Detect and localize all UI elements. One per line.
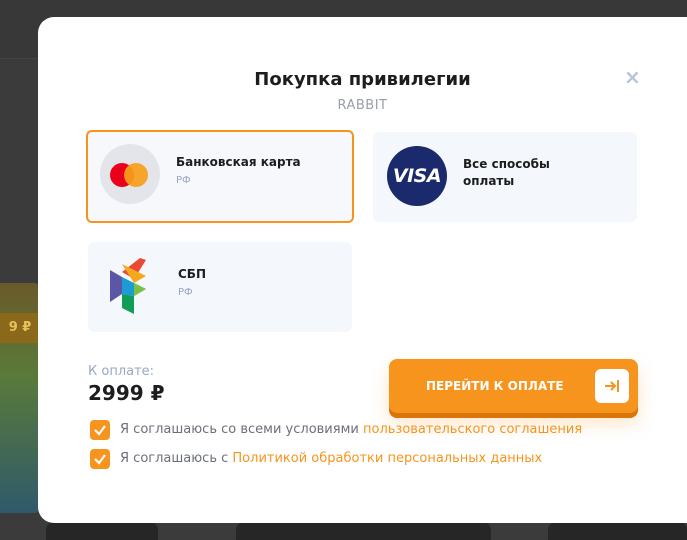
payment-method-name: Банковская карта [176, 155, 301, 169]
payment-method-name: Все способы оплаты [463, 157, 550, 188]
payment-method-region: РФ [176, 175, 191, 186]
checkmark-icon [94, 425, 106, 436]
privacy-policy-link[interactable]: Политикой обработки персональных данных [232, 451, 542, 466]
privilege-name: RABBIT [337, 98, 388, 113]
background-tile [46, 522, 158, 540]
checkmark-icon [94, 454, 106, 465]
arrow-right-to-bracket-icon [595, 369, 629, 403]
purchase-modal: × Покупка привилегии RABBIT Банковская к… [38, 17, 687, 523]
visa-icon: VISA [387, 146, 447, 206]
payment-method-region: РФ [178, 287, 193, 298]
sbp-icon [102, 256, 162, 316]
proceed-button-label: ПЕРЕЙТИ К ОПЛАТЕ [426, 379, 564, 393]
privacy-text: Я соглашаюсь с Политикой обработки персо… [120, 451, 543, 466]
user-agreement-link[interactable]: пользовательского соглашения [363, 422, 582, 437]
background-product-card: 9 ₽ [0, 283, 40, 513]
total-label: К оплате: [88, 364, 155, 379]
background-price-tag: 9 ₽ [0, 313, 40, 343]
payment-method-name: СБП [178, 267, 206, 281]
privacy-checkbox[interactable] [90, 449, 110, 469]
terms-checkbox[interactable] [90, 420, 110, 440]
payment-method-all[interactable]: VISA Все способы оплаты [373, 132, 637, 222]
mastercard-icon [100, 144, 160, 204]
payment-method-sbp[interactable]: СБП РФ [88, 242, 352, 332]
background-tile [236, 522, 491, 540]
background-tile [548, 522, 687, 540]
modal-title: Покупка привилегии [254, 69, 471, 90]
payment-method-bank-card[interactable]: Банковская карта РФ [86, 130, 354, 223]
terms-text: Я соглашаюсь со всеми условиями пользова… [120, 422, 583, 437]
proceed-to-payment-button[interactable]: ПЕРЕЙТИ К ОПЛАТЕ [389, 359, 638, 413]
total-amount: 2999 ₽ [88, 381, 165, 405]
